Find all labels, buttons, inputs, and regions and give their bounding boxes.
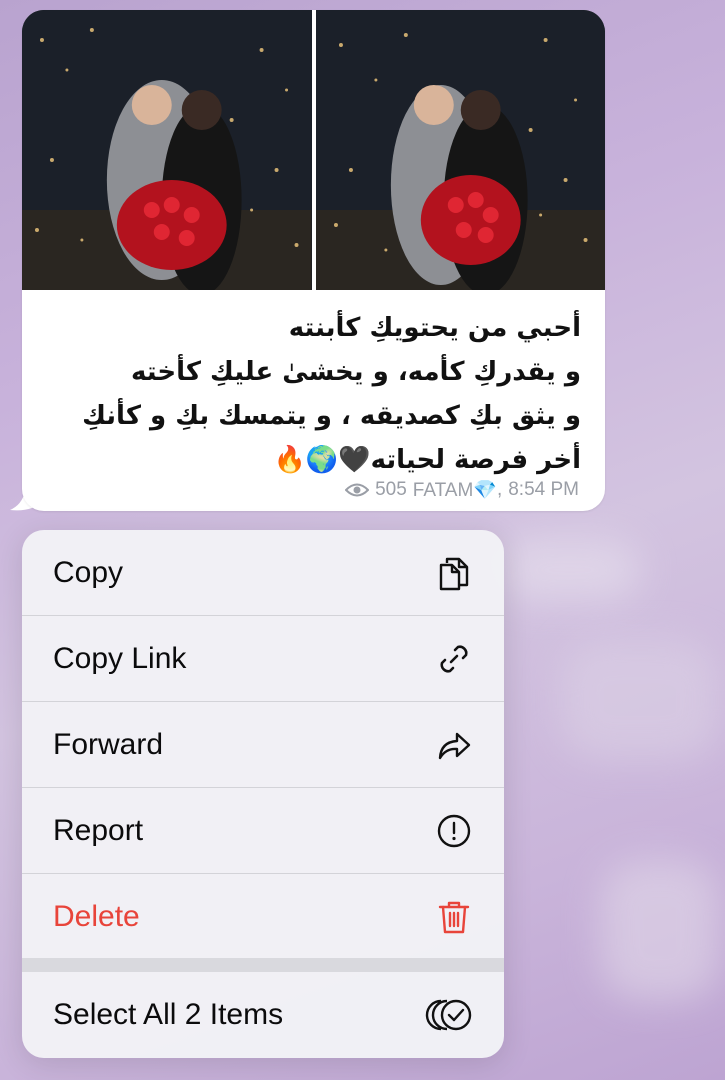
message-line: أخر فرصة لحياته🖤🌍🔥: [273, 445, 581, 475]
menu-item-label: Copy Link: [53, 642, 187, 675]
eye-icon: [345, 483, 370, 497]
select-all-icon: [424, 995, 474, 1035]
photo-1[interactable]: [22, 10, 312, 290]
link-icon: [434, 639, 474, 679]
select-all-menu-item[interactable]: Select All 2 Items: [22, 972, 504, 1058]
menu-item-label: Delete: [53, 900, 140, 933]
menu-item-label: Forward: [53, 728, 164, 761]
message-line: و يقدركِ كأمه، و يخشىٰ عليكِ كأخته: [130, 357, 581, 387]
copy-icon: [434, 553, 474, 593]
delete-menu-item[interactable]: Delete: [22, 874, 504, 960]
author-signature: FATAM💎: [412, 480, 497, 501]
menu-item-label: Select All 2 Items: [53, 998, 284, 1031]
message-meta: 505 FATAM💎, 8:54 PM: [345, 478, 579, 502]
photo-album: [22, 10, 605, 290]
background-blur: [560, 640, 720, 760]
message-bubble[interactable]: أحبي من يحتويكِ كأبنته و يقدركِ كأمه، و …: [22, 10, 605, 511]
message-text: أحبي من يحتويكِ كأبنته و يقدركِ كأمه، و …: [41, 306, 581, 482]
comma-separator: ,: [496, 479, 503, 500]
background-blur: [600, 860, 720, 1000]
forward-menu-item[interactable]: Forward: [22, 702, 504, 788]
menu-group-gap: [22, 958, 504, 972]
copy-menu-item[interactable]: Copy: [22, 530, 504, 616]
trash-icon: [434, 897, 474, 937]
background-blur: [500, 540, 640, 600]
report-icon: [434, 811, 474, 851]
message-line: و يثق بكِ كصديقه ، و يتمسك بكِ و كأنكِ: [82, 401, 581, 431]
photo-2[interactable]: [315, 10, 605, 290]
message-time: 8:54 PM: [508, 479, 579, 500]
report-menu-item[interactable]: Report: [22, 788, 504, 874]
menu-item-label: Report: [53, 814, 144, 847]
message-line: أحبي من يحتويكِ كأبنته: [288, 313, 581, 343]
context-menu: Copy Copy Link Forward Report Delete Sel…: [22, 530, 504, 1058]
view-count: 505: [375, 479, 407, 500]
copy-link-menu-item[interactable]: Copy Link: [22, 616, 504, 702]
menu-item-label: Copy: [53, 556, 124, 589]
forward-icon: [434, 725, 474, 765]
